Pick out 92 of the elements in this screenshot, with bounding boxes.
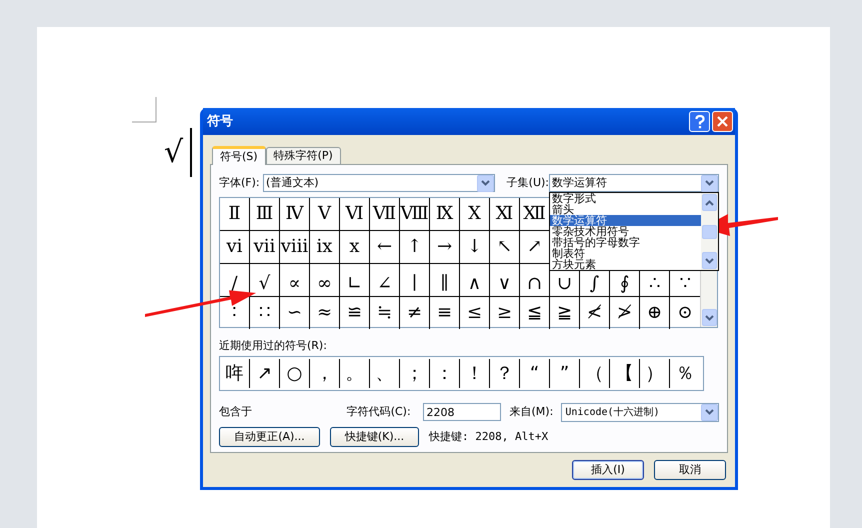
list-option[interactable]: 零杂技术用符号 <box>550 226 701 237</box>
symbol[interactable]: ≮ <box>586 304 602 322</box>
symbol[interactable]: ⅷ <box>280 238 308 256</box>
symbol[interactable]: Ⅴ <box>318 205 331 223</box>
scroll-up-icon[interactable] <box>702 194 717 211</box>
window-title: 符号 <box>207 112 233 131</box>
source-label: 来自(M): <box>510 404 554 420</box>
symbol[interactable]: ≯ <box>616 304 632 322</box>
symbol[interactable]: ∣ <box>412 275 418 293</box>
symbol[interactable]: Ⅷ <box>400 205 429 223</box>
subset-label: 子集(U): <box>506 174 549 191</box>
source-select[interactable]: Unicode(十六进制) <box>561 402 719 422</box>
question-icon <box>694 114 704 128</box>
dialog-button[interactable]: 自动更正(A)... <box>219 427 320 447</box>
close-button[interactable] <box>712 111 733 132</box>
symbol[interactable]: ↖ <box>496 238 512 256</box>
symbol[interactable]: Ⅻ <box>523 205 546 223</box>
tab[interactable]: 特殊字符(P) <box>266 147 341 164</box>
symbol[interactable]: ∥ <box>440 275 449 293</box>
document-text: √ <box>164 135 184 171</box>
symbol[interactable]: ∵ <box>680 275 690 293</box>
scroll-down-icon[interactable] <box>702 252 717 269</box>
symbol[interactable]: √ <box>258 275 270 293</box>
symbol[interactable]: → <box>436 238 452 256</box>
font-select[interactable]: (普通文本) <box>262 174 495 192</box>
symbol[interactable]: ∝ <box>288 275 301 293</box>
recent-label: 近期使用过的符号(R): <box>219 338 328 352</box>
scroll-down-icon[interactable] <box>702 309 716 326</box>
symbol[interactable]: ∮ <box>620 275 629 293</box>
list-option[interactable]: 制表符 <box>550 248 701 259</box>
symbol[interactable]: ∩ <box>526 275 542 293</box>
symbol[interactable]: ≠ <box>406 304 422 322</box>
symbol[interactable]: ∽ <box>286 304 302 322</box>
list-option[interactable]: 数字形式 <box>550 193 701 204</box>
symbol[interactable]: Ⅺ <box>496 205 514 223</box>
symbol[interactable]: ∠ <box>376 275 392 293</box>
recent-symbol[interactable]: ％ <box>670 359 700 388</box>
symbol[interactable]: ⊕ <box>646 304 662 322</box>
font-label: 字体(F): <box>219 174 261 191</box>
symbol[interactable]: ≈ <box>316 304 332 322</box>
dialog-button[interactable]: 取消 <box>654 460 726 480</box>
symbol[interactable]: ∞ <box>317 275 332 293</box>
symbol[interactable]: Ⅱ <box>228 205 241 223</box>
symbol[interactable]: ∨ <box>498 275 512 293</box>
margin-corner-mark <box>132 97 157 123</box>
symbol[interactable]: ↗ <box>526 238 542 256</box>
symbol[interactable]: ∶ <box>232 304 237 322</box>
close-icon <box>717 116 728 127</box>
symbol[interactable]: ≧ <box>557 304 572 322</box>
tab[interactable]: 符号(S) <box>212 146 266 165</box>
symbol[interactable]: ∴ <box>649 275 660 293</box>
symbol[interactable]: ⅹ <box>349 238 360 256</box>
list-option[interactable]: 方块元素 <box>550 259 701 270</box>
symbol[interactable]: ∟ <box>346 275 362 293</box>
symbol[interactable]: ⅸ <box>316 238 332 256</box>
list-option[interactable]: 箭头 <box>550 204 701 215</box>
symbol[interactable]: ∪ <box>556 275 572 293</box>
symbol[interactable]: ⅵ <box>226 238 242 256</box>
symbol[interactable]: Ⅸ <box>436 205 454 223</box>
symbol[interactable]: ≡ <box>436 304 452 322</box>
text-cursor <box>190 128 192 177</box>
symbol[interactable]: ∷ <box>259 304 270 322</box>
scrollbar[interactable] <box>701 193 718 270</box>
symbol[interactable]: ⊙ <box>677 304 693 322</box>
symbol[interactable]: Ⅵ <box>345 205 364 223</box>
symbol[interactable]: Ⅶ <box>372 205 396 223</box>
symbol[interactable]: ≌ <box>347 304 362 322</box>
symbol[interactable]: ← <box>376 238 392 256</box>
scroll-thumb[interactable] <box>702 224 717 238</box>
help-button[interactable] <box>689 111 710 132</box>
symbol[interactable]: ⅶ <box>254 238 276 256</box>
symbol[interactable]: ∧ <box>468 275 482 293</box>
list-option[interactable]: 数学运算符 <box>550 215 701 226</box>
symbol[interactable]: Ⅹ <box>468 205 481 223</box>
symbol[interactable]: ≒ <box>376 304 392 322</box>
symbol[interactable]: ≥ <box>496 304 512 322</box>
symbol[interactable]: ↓ <box>466 238 482 256</box>
symbol[interactable]: Ⅳ <box>286 205 304 223</box>
symbol[interactable]: ∕ <box>231 275 238 293</box>
dialog-button[interactable]: 快捷键(K)... <box>330 427 419 447</box>
symbol[interactable]: ∫ <box>590 275 600 293</box>
symbol[interactable]: ≤ <box>466 304 482 322</box>
subset-select[interactable]: 数学运算符 <box>549 174 719 192</box>
symbol[interactable]: ↑ <box>406 238 422 256</box>
char-code-field[interactable]: 2208 <box>422 403 500 421</box>
shortcut-text: 快捷键: 2208, Alt+X <box>429 428 548 445</box>
dialog-button[interactable]: 插入(I) <box>572 460 644 480</box>
symbol[interactable]: ≦ <box>527 304 542 322</box>
contained-in-label: 包含于 <box>219 404 253 420</box>
symbol[interactable]: Ⅲ <box>256 205 274 223</box>
list-option[interactable]: 带括号的字母数字 <box>550 237 701 248</box>
char-code-label: 字符代码(C): <box>346 404 412 420</box>
